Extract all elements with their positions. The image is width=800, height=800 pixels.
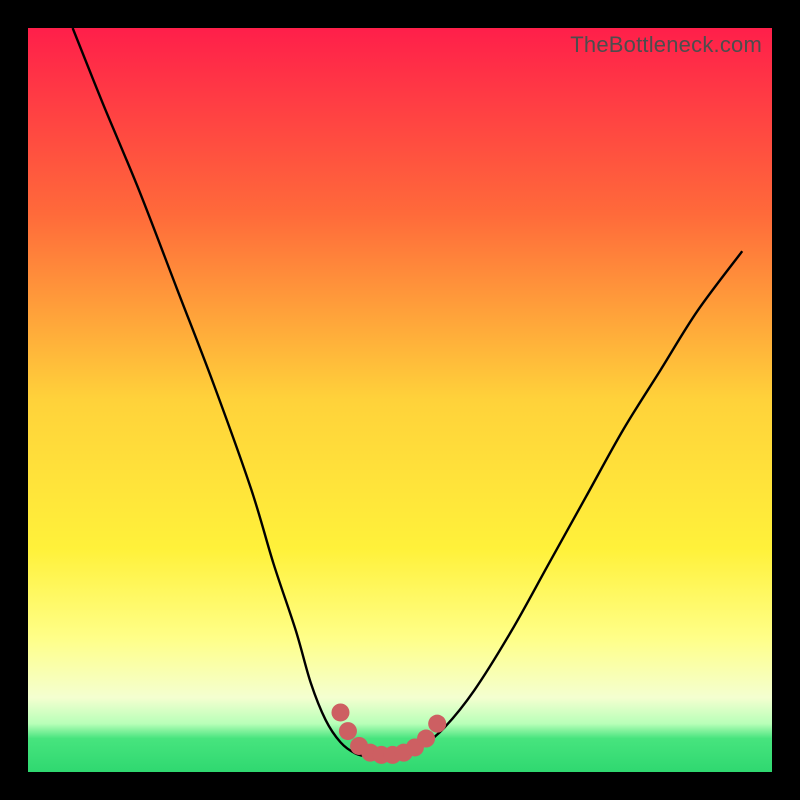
outer-frame: TheBottleneck.com xyxy=(0,0,800,800)
marker-dot xyxy=(331,703,349,721)
bottleneck-curve xyxy=(73,28,743,757)
marker-dot xyxy=(417,730,435,748)
marker-group xyxy=(331,703,446,763)
watermark-text: TheBottleneck.com xyxy=(570,32,762,58)
curve-layer xyxy=(28,28,772,772)
marker-dot xyxy=(428,715,446,733)
plot-area: TheBottleneck.com xyxy=(28,28,772,772)
marker-dot xyxy=(339,722,357,740)
